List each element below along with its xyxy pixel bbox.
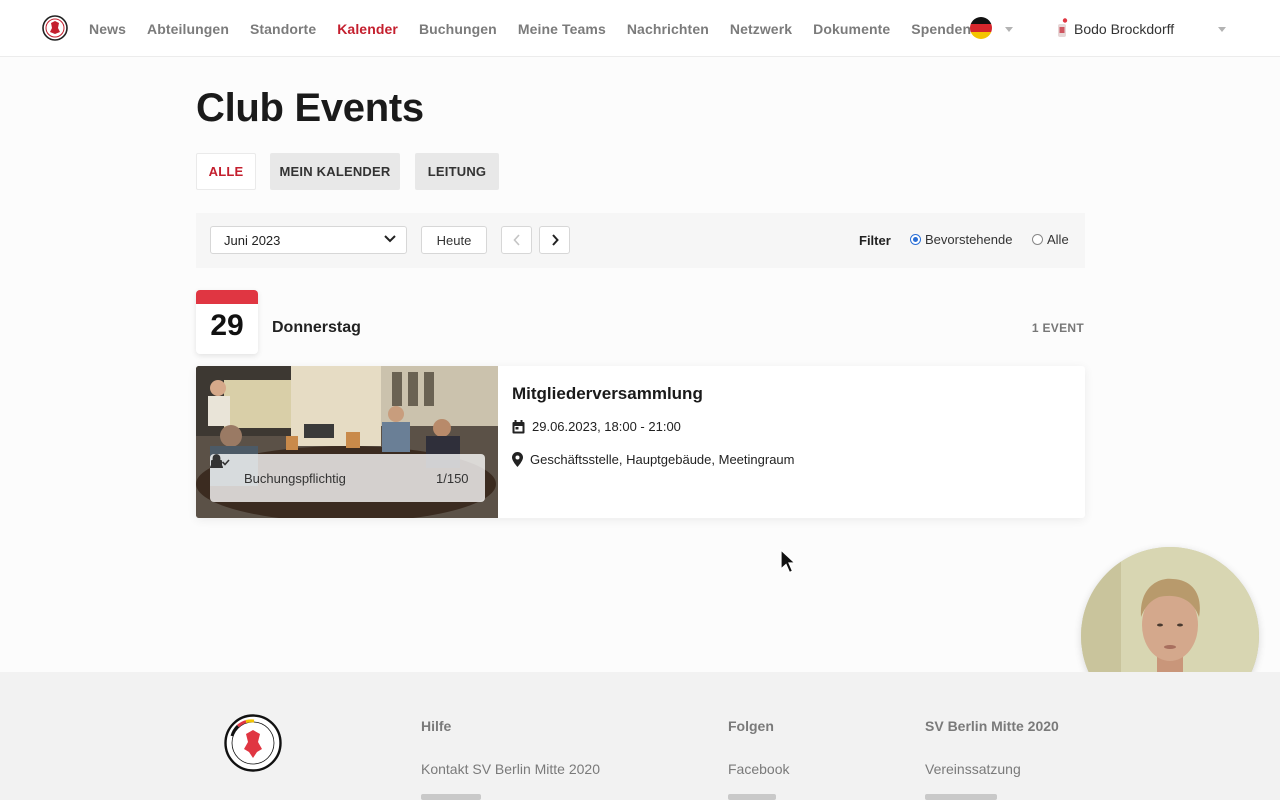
footer-link-vereinssatzung[interactable]: Vereinssatzung	[925, 761, 1021, 777]
event-location: Geschäftsstelle, Hauptgebäude, Meetingra…	[512, 452, 795, 467]
booking-info-overlay: Buchungspflichtig 1/150	[210, 454, 485, 502]
filter-label: Filter	[859, 233, 891, 248]
next-month-button[interactable]	[539, 226, 570, 254]
footer-link-facebook[interactable]: Facebook	[728, 761, 789, 777]
capacity-count: 1/150	[436, 471, 469, 486]
day-number: 29	[210, 309, 244, 342]
event-location-text: Geschäftsstelle, Hauptgebäude, Meetingra…	[530, 452, 795, 467]
filter-option-label: Bevorstehende	[925, 232, 1013, 247]
footer-link-cutoff	[925, 794, 997, 800]
event-count: 1 EVENT	[1031, 321, 1084, 335]
event-image: Buchungspflichtig 1/150	[196, 366, 498, 518]
avatar	[1058, 18, 1068, 37]
calendar-toolbar: Juni 2023 Heute Filter Bevorstehende All…	[196, 213, 1085, 268]
chevron-left-icon	[512, 234, 520, 246]
footer-link-cutoff	[728, 794, 776, 800]
filter-radio-upcoming[interactable]: Bevorstehende	[910, 232, 1012, 247]
german-flag-icon	[970, 17, 992, 39]
event-card[interactable]: Buchungspflichtig 1/150 Mitgliederversam…	[196, 366, 1085, 518]
tab-leitung[interactable]: LEITUNG	[415, 153, 499, 190]
top-navigation: News Abteilungen Standorte Kalender Buch…	[0, 0, 1280, 57]
event-datetime-text: 29.06.2023, 18:00 - 21:00	[532, 419, 681, 434]
nav-item-standorte[interactable]: Standorte	[250, 21, 316, 37]
map-pin-icon	[512, 452, 523, 467]
month-select[interactable]: Juni 2023	[210, 226, 407, 254]
radio-unchecked-icon	[1032, 234, 1043, 245]
filter-option-label: Alle	[1047, 232, 1069, 247]
filter-radio-all[interactable]: Alle	[1032, 232, 1069, 247]
nav-item-nachrichten[interactable]: Nachrichten	[627, 21, 709, 37]
nav-item-netzwerk[interactable]: Netzwerk	[730, 21, 792, 37]
tab-mein-kalender[interactable]: MEIN KALENDER	[270, 153, 400, 190]
nav-item-buchungen[interactable]: Buchungen	[419, 21, 497, 37]
main-menu: News Abteilungen Standorte Kalender Buch…	[89, 0, 971, 57]
chevron-down-icon	[384, 235, 396, 243]
footer-heading-club: SV Berlin Mitte 2020	[925, 718, 1059, 734]
day-name: Donnerstag	[272, 319, 361, 336]
radio-checked-icon	[910, 234, 921, 245]
previous-month-button[interactable]	[501, 226, 532, 254]
footer-heading-folgen: Folgen	[728, 718, 774, 734]
tab-alle[interactable]: ALLE	[196, 153, 256, 190]
page-title: Club Events	[196, 86, 424, 130]
calendar-date-badge: 29	[196, 290, 258, 354]
nav-item-dokumente[interactable]: Dokumente	[813, 21, 890, 37]
nav-item-abteilungen[interactable]: Abteilungen	[147, 21, 229, 37]
footer-link-kontakt[interactable]: Kontakt SV Berlin Mitte 2020	[421, 761, 600, 777]
user-menu[interactable]: Bodo Brockdorff	[1055, 16, 1230, 40]
calendar-badge-header	[196, 290, 258, 304]
language-switcher[interactable]	[970, 17, 1014, 39]
user-name: Bodo Brockdorff	[1074, 21, 1175, 37]
footer-link-cutoff	[421, 794, 481, 800]
footer-heading-hilfe: Hilfe	[421, 718, 452, 734]
chevron-down-icon	[1218, 27, 1226, 32]
calendar-icon	[512, 419, 525, 433]
footer: Hilfe Folgen SV Berlin Mitte 2020 Kontak…	[0, 672, 1280, 800]
nav-item-spenden[interactable]: Spenden	[911, 21, 971, 37]
booking-required-label: Buchungspflichtig	[244, 471, 346, 486]
chevron-right-icon	[551, 234, 559, 246]
club-logo-icon[interactable]	[42, 15, 68, 41]
month-select-value: Juni 2023	[224, 233, 281, 248]
user-check-icon	[210, 454, 230, 468]
nav-item-kalender[interactable]: Kalender	[337, 21, 398, 37]
today-button[interactable]: Heute	[421, 226, 487, 254]
event-title[interactable]: Mitgliederversammlung	[512, 384, 703, 404]
nav-item-meine-teams[interactable]: Meine Teams	[518, 21, 606, 37]
nav-item-news[interactable]: News	[89, 21, 126, 37]
mouse-cursor-icon	[780, 549, 796, 574]
club-logo	[224, 714, 282, 772]
event-datetime: 29.06.2023, 18:00 - 21:00	[512, 419, 681, 434]
chevron-down-icon	[1005, 27, 1013, 32]
